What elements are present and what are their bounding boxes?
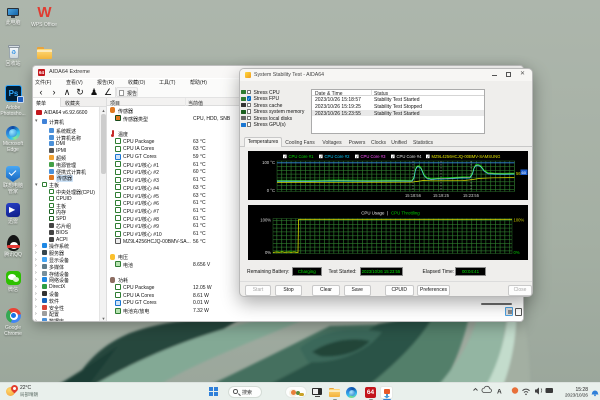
svg-text:CPU Throttling: CPU Throttling xyxy=(391,211,420,216)
svg-text:100%: 100% xyxy=(514,218,525,223)
svg-text:A: A xyxy=(497,389,502,396)
svg-text:✓: ✓ xyxy=(319,154,322,159)
svg-text:0%: 0% xyxy=(514,250,520,255)
svg-text:✓: ✓ xyxy=(355,154,358,159)
svg-text:100 °C: 100 °C xyxy=(262,160,275,165)
svg-text:✓: ✓ xyxy=(391,154,394,159)
svg-text:0%: 0% xyxy=(265,250,271,255)
svg-text:✓: ✓ xyxy=(283,154,286,159)
svg-text:CPU Core #3: CPU Core #3 xyxy=(361,154,387,159)
svg-text:15:23:55: 15:23:55 xyxy=(463,193,480,198)
svg-text:CPU Core #1: CPU Core #1 xyxy=(289,154,315,159)
svg-text:CPU Core #2: CPU Core #2 xyxy=(325,154,351,159)
svg-text:✓: ✓ xyxy=(426,154,429,159)
svg-text:CPU Core #4: CPU Core #4 xyxy=(397,154,423,159)
svg-text:15:19:25: 15:19:25 xyxy=(433,193,450,198)
svg-text:MZ9L4256HCJQ-00BMV-SAMSUNG: MZ9L4256HCJQ-00BMV-SAMSUNG xyxy=(432,154,501,159)
svg-text:15:18:56: 15:18:56 xyxy=(405,193,422,198)
svg-text:2023/10/26: 2023/10/26 xyxy=(565,393,588,398)
svg-text:100%: 100% xyxy=(260,218,271,223)
svg-text:60: 60 xyxy=(522,170,527,175)
svg-text:0 °C: 0 °C xyxy=(267,188,275,193)
svg-text:56: 56 xyxy=(516,171,521,176)
svg-text:CPU Usage |: CPU Usage | xyxy=(361,211,388,216)
